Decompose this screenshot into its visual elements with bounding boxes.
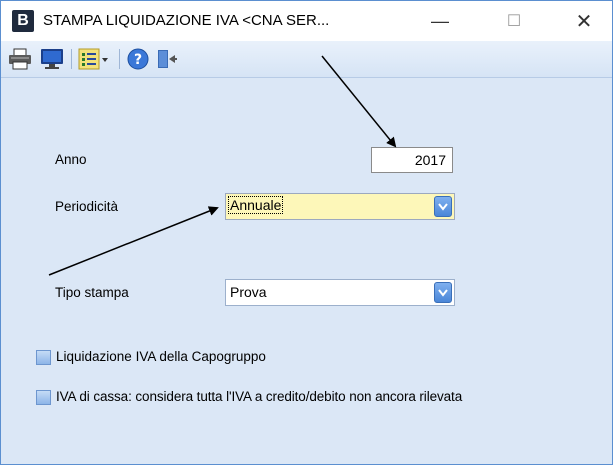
- annotation-arrow-to-anno: [321, 55, 397, 148]
- annotation-arrow-to-periodicita: [48, 206, 219, 276]
- dialog-window: B STAMPA LIQUIDAZIONE IVA <CNA SER... — …: [0, 0, 613, 465]
- annotation-arrows: [48, 55, 397, 276]
